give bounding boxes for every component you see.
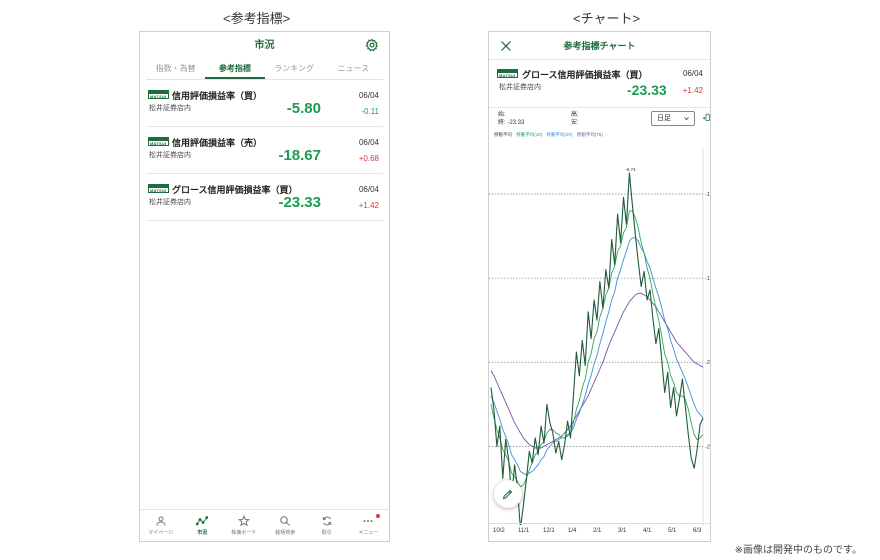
matsui-logo: MATSUI [497,69,518,78]
header: 市況 [140,32,389,60]
tab-indices-fx[interactable]: 指数・為替 [146,60,205,79]
x-tick-label: 1/4 [568,528,577,534]
nav-mypage[interactable]: マイページ [140,510,182,541]
notification-dot [376,514,380,518]
header: 参考指標チャート [489,32,710,60]
y-tick-label: -10.00 [705,192,710,198]
list-item[interactable]: MATSUI グロース信用評価損益率（買） 松井証券店内 -23.33 06/0… [146,174,383,221]
y-tick-label: -20.00 [705,360,710,366]
indicator-date: 06/04 [358,91,379,100]
refresh-icon [322,516,332,526]
bottom-nav: マイページ 市況 株価ボード 銘柄検索 取引 メニュー [140,509,389,541]
ma10-series-line [490,210,704,488]
max-annotation: -8.74 [625,167,636,172]
development-note: ※画像は開発中のものです。 [734,545,862,556]
gear-icon[interactable] [365,38,379,52]
ohlc-bar: 始: 終: -23.33 高: 安: 日足 [489,108,710,130]
market-screen: 市況 指数・為替 参考指標 ランキング ニュース MATSUI 信用評価損益率（… [139,31,390,542]
indicator-name: 信用評価損益率（買） [172,91,263,101]
indicator-change: +1.42 [358,201,379,210]
price-series-line [490,172,704,525]
legend-ma10: 移動平均(10) [516,132,543,137]
nav-menu[interactable]: メニュー [348,510,390,541]
indicator-source: 松井証券店内 [149,199,191,206]
x-tick-label: 6/3 [693,528,702,534]
nav-trade[interactable]: 取引 [306,510,348,541]
y-tick-label: -15.00 [705,276,710,282]
indicator-source: 松井証券店内 [149,105,191,112]
indicator-summary: MATSUI グロース信用評価損益率（買） 松井証券店内 -23.33 06/0… [489,60,710,108]
indicator-date: 06/04 [358,185,379,194]
indicator-source: 松井証券店内 [499,84,541,91]
page-title: 参考指標チャート [563,41,636,51]
tab-reference-indicators[interactable]: 参考指標 [205,60,265,79]
indicator-value: -18.67 [278,147,321,164]
indicator-change: +0.68 [358,154,379,163]
indicator-name: グロース信用評価損益率（買） [522,70,648,80]
indicator-change: -0.11 [361,107,379,116]
open-label: 始: [498,112,506,118]
draw-button[interactable] [494,480,522,508]
tab-bar: 指数・為替 参考指標 ランキング ニュース [146,60,383,80]
indicator-name: 信用評価損益率（売） [172,138,263,148]
caption-chart: <チャート> [573,11,641,26]
indicator-date: 06/04 [682,69,703,78]
chart-screen: 参考指標チャート MATSUI グロース信用評価損益率（買） 松井証券店内 -2… [488,31,711,542]
ma20-series-line [490,237,704,476]
x-tick-label: 2/1 [593,528,602,534]
x-axis: 10/2 11/1 12/1 1/4 2/1 3/1 4/1 5/1 6/3 [489,523,710,541]
period-value: 日足 [657,115,671,122]
price-chart[interactable]: -10.00-15.00-20.00-25.00-8.74-29.91 [489,148,710,525]
search-icon [280,516,291,526]
period-select[interactable]: 日足 [651,111,695,126]
indicator-value: -5.80 [286,100,321,117]
star-icon [237,515,250,527]
tab-news[interactable]: ニュース [324,60,383,79]
legend-ma20: 移動平均(20) [546,132,573,137]
indicator-source: 松井証券店内 [149,152,191,159]
x-tick-label: 10/2 [493,528,505,534]
matsui-logo: MATSUI [148,184,169,193]
rotate-device-icon[interactable] [703,113,711,122]
nav-market[interactable]: 市況 [182,510,224,541]
pencil-icon [502,489,513,500]
y-tick-label: -25.00 [705,444,710,450]
market-line-icon [196,516,209,526]
nav-stock-search[interactable]: 銘柄検索 [265,510,307,541]
low-label: 安: [571,120,579,126]
x-tick-label: 3/1 [618,528,627,534]
chevron-down-icon [684,117,689,121]
indicator-date: 06/04 [358,138,379,147]
legend-ma75: 移動平均(75) [576,132,603,137]
high-label: 高: [571,112,579,118]
list-item[interactable]: MATSUI 信用評価損益率（買） 松井証券店内 -5.80 06/04 -0.… [146,80,383,127]
x-tick-label: 12/1 [543,528,555,534]
list-item[interactable]: MATSUI 信用評価損益率（売） 松井証券店内 -18.67 06/04 +0… [146,127,383,174]
page-title: 市況 [254,40,275,51]
indicator-value: -23.33 [278,194,321,211]
person-icon [156,516,166,526]
x-tick-label: 5/1 [668,528,677,534]
more-dots-icon [363,520,373,522]
close-icon[interactable] [500,40,512,52]
x-tick-label: 4/1 [643,528,652,534]
matsui-logo: MATSUI [148,90,169,99]
x-tick-label: 11/1 [518,528,530,534]
matsui-logo: MATSUI [148,137,169,146]
tab-ranking[interactable]: ランキング [265,60,324,79]
chart-legend: 移動平均 移動平均(10) 移動平均(20) 移動平均(75) [489,130,710,140]
legend-moving-average: 移動平均 [494,132,512,137]
nav-stock-board[interactable]: 株価ボード [223,510,265,541]
close-label: 終: -23.33 [498,120,525,126]
indicator-value: -23.33 [627,82,667,98]
caption-reference-indicators: <参考指標> [223,11,291,26]
indicator-change: +1.42 [682,86,703,95]
